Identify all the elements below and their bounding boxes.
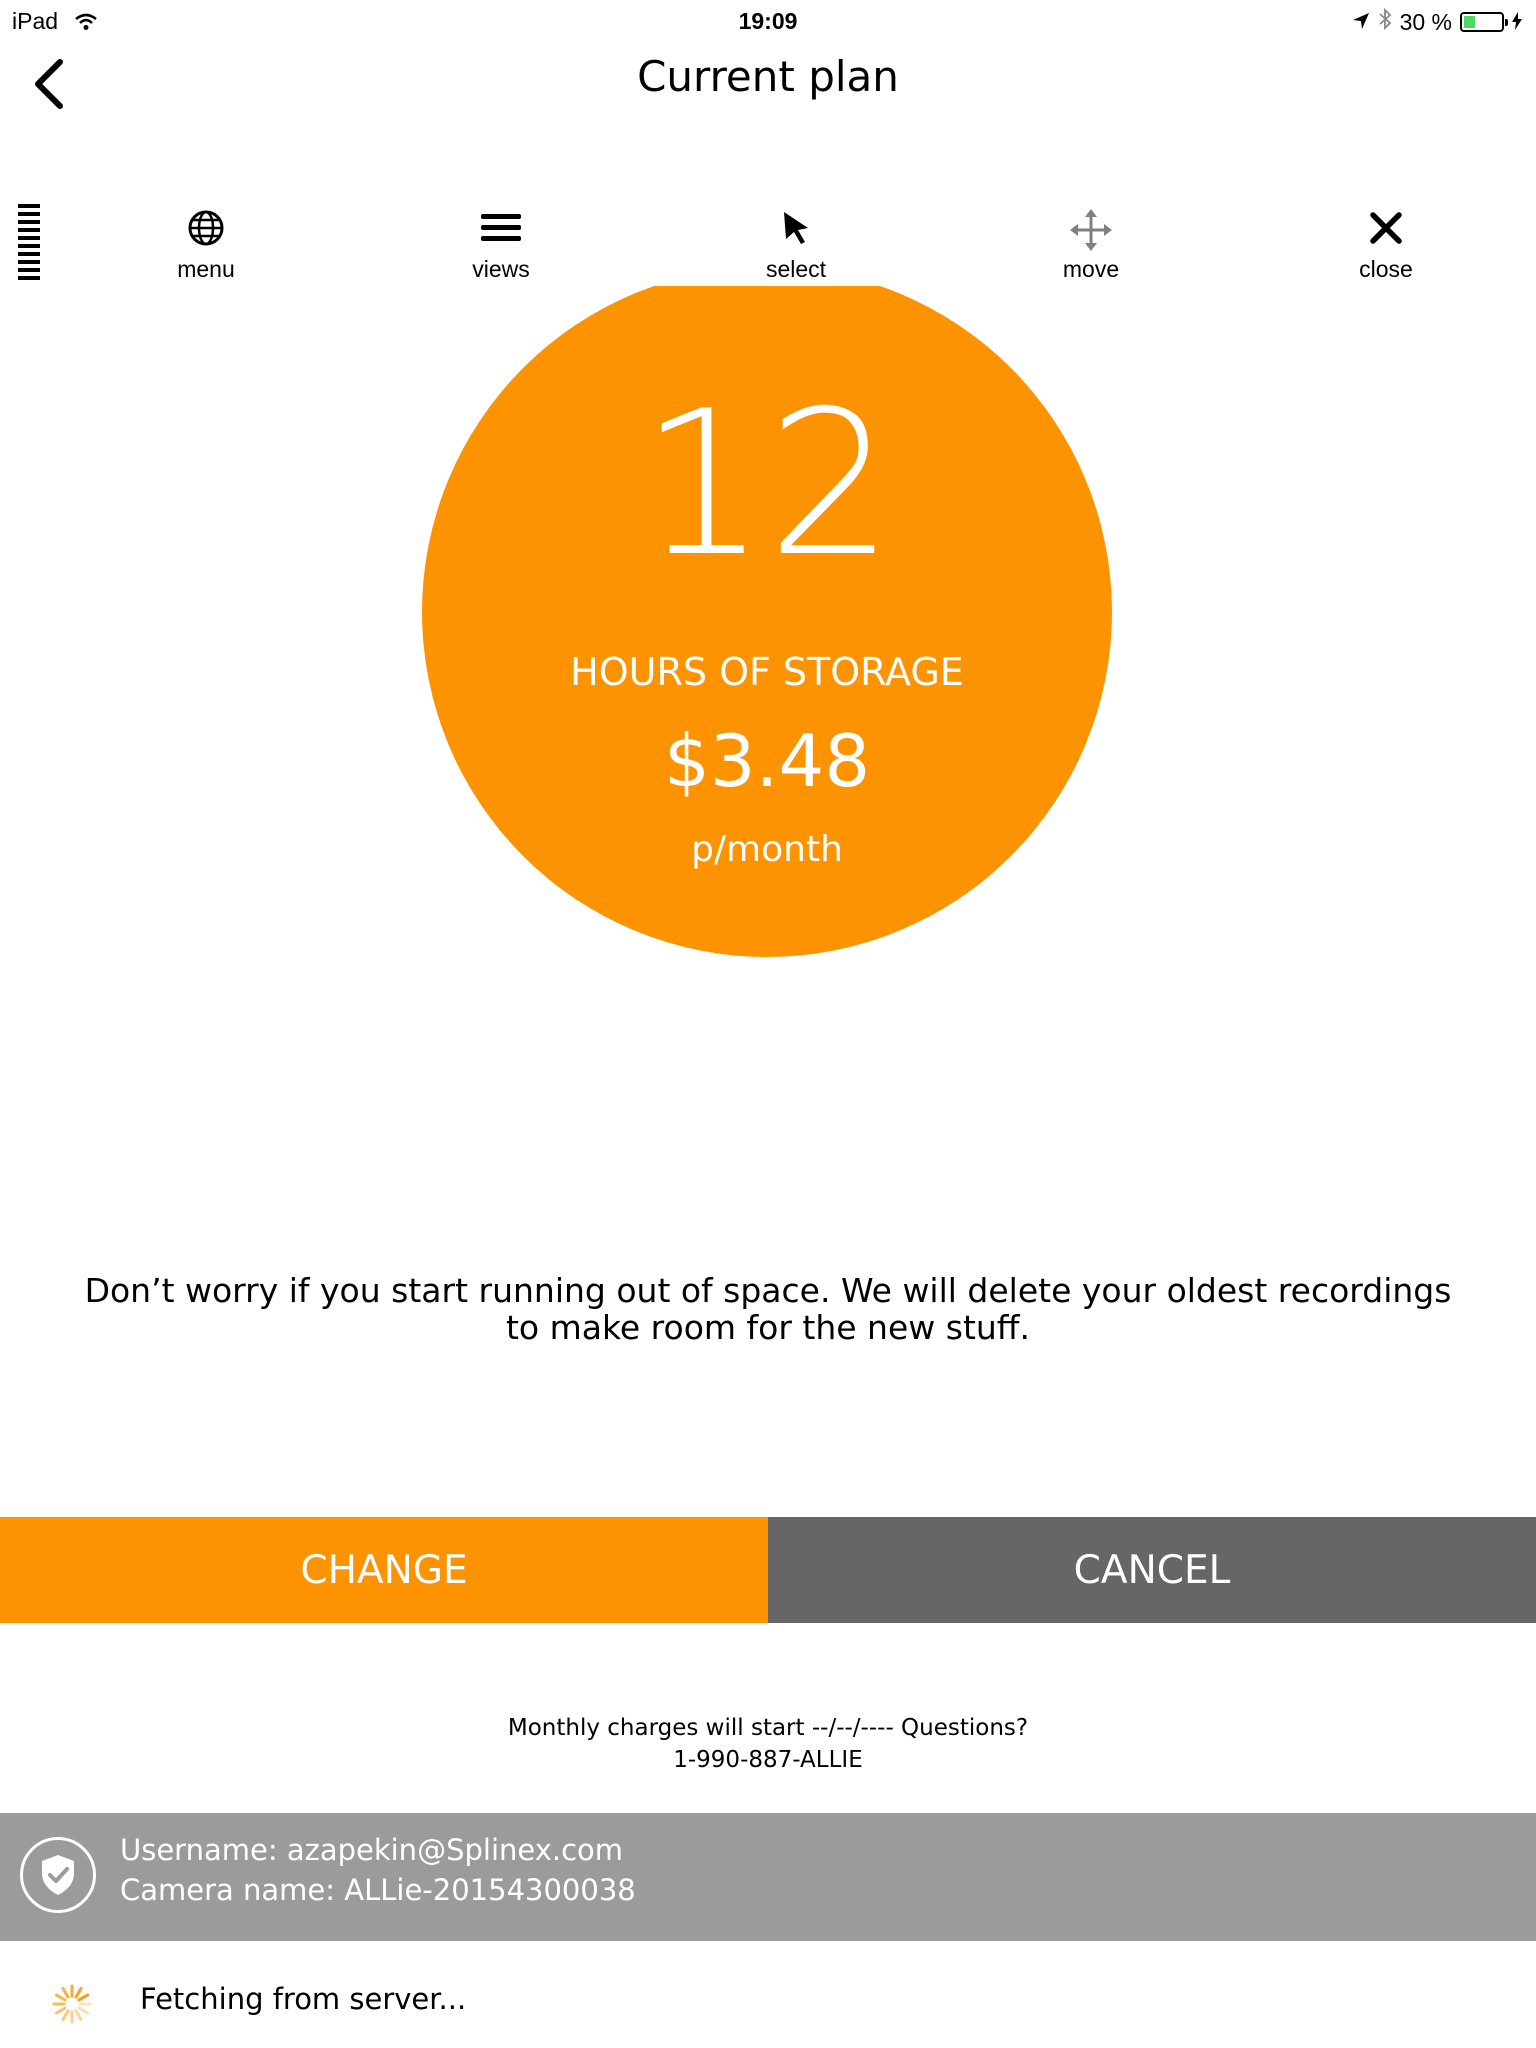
page-title: Current plan (637, 52, 899, 101)
charges-info: Monthly charges will start --/--/---- Qu… (0, 1712, 1536, 1776)
toolbar-label-move: move (1062, 256, 1120, 282)
shield-check-icon (42, 1855, 74, 1895)
info-line-2: to make room for the new stuff. (505, 1308, 1031, 1347)
toolbar-item-close[interactable]: close (1286, 208, 1486, 283)
spinner-spoke (74, 1986, 83, 1999)
storage-label: HOURS OF STORAGE (570, 650, 964, 694)
storage-info-text: Don’t worry if you start running out of … (80, 1272, 1456, 1346)
spinner-spoke (54, 2006, 67, 2015)
account-strip: Username: azapekin@Splinex.com Camera na… (0, 1813, 1536, 1941)
clock: 19:09 (738, 8, 798, 34)
spinner-spoke (77, 1993, 90, 2002)
toolbar-item-menu[interactable]: menu (106, 208, 306, 283)
spinner-spoke (61, 1986, 70, 1999)
toolbar-label-select: select (765, 256, 827, 282)
cancel-button[interactable]: CANCEL (768, 1517, 1536, 1623)
loading-spinner-icon (50, 1982, 94, 2031)
toolbar-label-menu: menu (177, 256, 235, 282)
charging-icon (1512, 9, 1522, 36)
toolbar-item-select[interactable]: select (696, 208, 896, 283)
info-line-1: Don’t worry if you start running out of … (84, 1271, 1452, 1310)
bluetooth-icon (1378, 7, 1392, 36)
cursor-arrow-icon (784, 212, 808, 244)
toolbar-label-close: close (1359, 256, 1413, 282)
account-username: Username: azapekin@Splinex.com (120, 1833, 624, 1867)
toolbar-item-move[interactable]: move (991, 208, 1191, 283)
change-button[interactable]: CHANGE (0, 1517, 768, 1623)
storage-hours: 12 (639, 368, 895, 601)
charges-line-1: Monthly charges will start --/--/---- Qu… (507, 1715, 1029, 1741)
toolbar-item-views[interactable]: views (401, 208, 601, 283)
account-camera-name: Camera name: ALLie-20154300038 (120, 1873, 636, 1907)
spinner-spoke (54, 1993, 67, 2002)
status-bar: iPad 19:09 30 % (0, 0, 1536, 40)
fetch-status: Fetching from server... (140, 1982, 467, 2016)
status-right: 30 % (1352, 7, 1522, 36)
battery-percent: 30 % (1399, 8, 1452, 35)
battery-fill (1464, 16, 1475, 28)
spinner-spoke (74, 2009, 83, 2022)
spinner-spoke (77, 2006, 90, 2015)
battery-nub (1505, 19, 1508, 26)
support-phone[interactable]: 1-990-887-ALLIE (0, 1744, 1536, 1776)
hamburger-icon (481, 214, 521, 241)
plan-price: $3.48 (663, 719, 871, 803)
plan-circle: 12 HOURS OF STORAGE $3.48 p/month (422, 267, 1112, 957)
toolbar-label-views: views (472, 256, 530, 282)
shield-badge (20, 1837, 96, 1913)
plan-period: p/month (691, 829, 843, 870)
location-icon (1352, 9, 1370, 36)
spinner-spoke (61, 2009, 70, 2022)
battery-icon (1460, 12, 1508, 32)
globe-icon (188, 210, 224, 246)
move-arrows-icon (1070, 209, 1112, 251)
close-icon (1370, 212, 1402, 244)
drag-handle[interactable] (18, 204, 40, 282)
